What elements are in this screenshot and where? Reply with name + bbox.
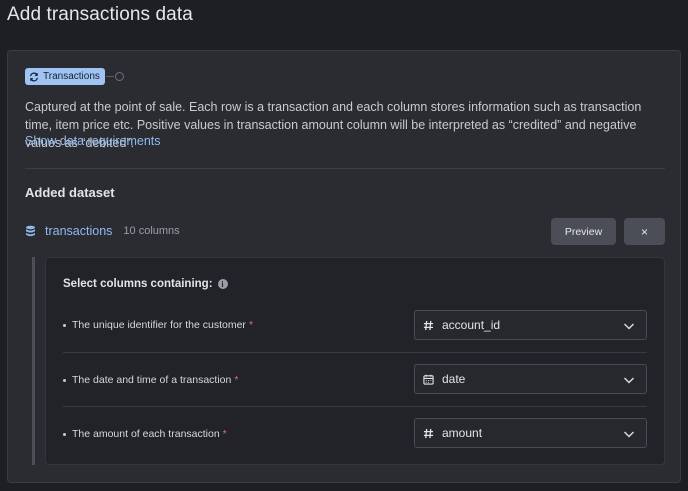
selected-column-value: account_id	[442, 318, 501, 332]
required-mark: *	[222, 428, 227, 440]
mapping-label: The unique identifier for the customer *	[63, 298, 253, 352]
page-title: Add transactions data	[7, 4, 193, 25]
badge-status-circle	[114, 72, 124, 81]
hash-icon	[423, 428, 434, 438]
mapping-label: The date and time of a transaction *	[63, 353, 238, 407]
sync-icon	[30, 72, 38, 81]
mapping-label-text: The unique identifier for the customer	[72, 319, 246, 331]
mapping-label-text: The date and time of a transaction	[72, 374, 232, 386]
info-icon[interactable]: i	[217, 279, 228, 289]
chevron-down-icon	[623, 431, 635, 438]
dataset-type-badge-label: Transactions	[43, 71, 100, 82]
mapping-row-transaction-amount: The amount of each transaction * amount	[63, 406, 647, 460]
added-dataset-title: Added dataset	[25, 185, 115, 200]
dataset-name-link[interactable]: transactions	[45, 224, 112, 238]
mapping-label: The amount of each transaction *	[63, 407, 227, 461]
column-mapping-panel: Select columns containing: i The unique …	[45, 257, 665, 465]
preview-button[interactable]: Preview	[551, 218, 616, 245]
dataset-row: transactions 10 columns	[25, 224, 180, 238]
hash-icon	[423, 320, 434, 330]
dataset-card: Transactions Captured at the point of sa…	[7, 50, 681, 483]
section-divider	[25, 168, 665, 169]
chevron-down-icon	[623, 323, 635, 330]
column-mapping-title: Select columns containing: i	[63, 278, 228, 290]
selected-column-value: date	[442, 372, 466, 386]
calendar-icon	[423, 374, 434, 385]
mapping-label-text: The amount of each transaction	[72, 428, 220, 440]
column-select-transaction-amount[interactable]: amount	[414, 418, 647, 448]
mapping-row-customer-id: The unique identifier for the customer *…	[63, 298, 647, 352]
mapping-row-transaction-date: The date and time of a transaction * dat…	[63, 352, 647, 406]
column-select-customer-id[interactable]: account_id	[414, 310, 647, 340]
required-mark: *	[234, 374, 239, 386]
dataset-type-badge: Transactions	[25, 68, 105, 85]
bullet	[63, 432, 66, 436]
remove-dataset-button[interactable]: ×	[624, 218, 665, 245]
badge-connector	[105, 76, 114, 77]
column-mapping-title-text: Select columns containing:	[63, 278, 213, 290]
dataset-column-count: 10 columns	[123, 225, 180, 237]
column-select-transaction-date[interactable]: date	[414, 364, 647, 394]
bullet	[63, 323, 66, 327]
bullet	[63, 378, 66, 382]
selected-column-value: amount	[442, 426, 483, 440]
dataset-type-badge-row: Transactions	[25, 68, 124, 85]
chevron-down-icon	[623, 377, 635, 384]
show-data-requirements-link[interactable]: Show data requirements	[25, 134, 161, 148]
required-mark: *	[248, 319, 254, 331]
database-icon	[26, 225, 35, 237]
mapping-accent-bar	[32, 257, 35, 465]
